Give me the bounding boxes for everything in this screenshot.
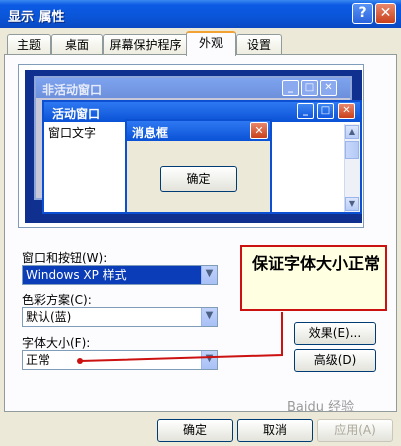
- annotation-text: 保证字体大小正常: [252, 254, 381, 273]
- message-box-title: 消息框: [132, 126, 169, 140]
- chevron-down-icon[interactable]: ▼: [201, 308, 217, 326]
- watermark: Baidu 经验: [287, 400, 355, 415]
- font-size-select[interactable]: 正常: [22, 350, 218, 370]
- close-icon: ✕: [250, 122, 268, 139]
- font-size-value: 正常: [26, 353, 51, 367]
- chevron-down-icon[interactable]: ▼: [201, 351, 217, 369]
- preview-window-text: 窗口文字: [48, 126, 97, 140]
- tab-appearance[interactable]: 外观: [186, 31, 236, 56]
- scroll-down-icon: ▼: [345, 197, 359, 211]
- windows-buttons-label: 窗口和按钮(W):: [22, 251, 108, 265]
- maximize-icon: □: [301, 80, 318, 96]
- tab-themes[interactable]: 主题: [7, 34, 51, 55]
- help-button[interactable]: ?: [352, 3, 373, 24]
- tab-desktop[interactable]: 桌面: [51, 34, 103, 55]
- chevron-down-icon[interactable]: ▼: [201, 266, 217, 284]
- maximize-icon: □: [317, 103, 334, 119]
- preview-inactive-title: 非活动窗口: [42, 83, 103, 97]
- windows-buttons-select[interactable]: Windows XP 样式: [22, 265, 218, 285]
- font-size-label: 字体大小(F):: [22, 336, 91, 350]
- apply-button[interactable]: 应用(A): [317, 419, 393, 442]
- minimize-icon: _: [297, 103, 314, 119]
- preview-active-title: 活动窗口: [52, 107, 101, 121]
- color-scheme-value: 默认(蓝): [26, 310, 72, 324]
- scroll-up-icon: ▲: [345, 125, 359, 139]
- tab-screensaver[interactable]: 屏幕保护程序: [103, 34, 188, 55]
- message-box-ok-button: 确定: [160, 166, 237, 192]
- scroll-thumb: [345, 141, 359, 159]
- color-scheme-label: 色彩方案(C):: [22, 293, 92, 307]
- window-title: 显示 属性: [8, 10, 65, 25]
- advanced-button[interactable]: 高级(D): [294, 349, 376, 372]
- cancel-button[interactable]: 取消: [237, 419, 313, 442]
- close-icon: ✕: [338, 103, 355, 119]
- windows-buttons-value: Windows XP 样式: [26, 268, 127, 282]
- minimize-icon: _: [282, 80, 299, 96]
- effects-button[interactable]: 效果(E)...: [294, 322, 376, 345]
- color-scheme-select[interactable]: 默认(蓝): [22, 307, 218, 327]
- tab-settings[interactable]: 设置: [236, 34, 282, 55]
- ok-button[interactable]: 确定: [157, 419, 233, 442]
- close-button[interactable]: ✕: [375, 3, 396, 24]
- close-icon: ✕: [320, 80, 337, 96]
